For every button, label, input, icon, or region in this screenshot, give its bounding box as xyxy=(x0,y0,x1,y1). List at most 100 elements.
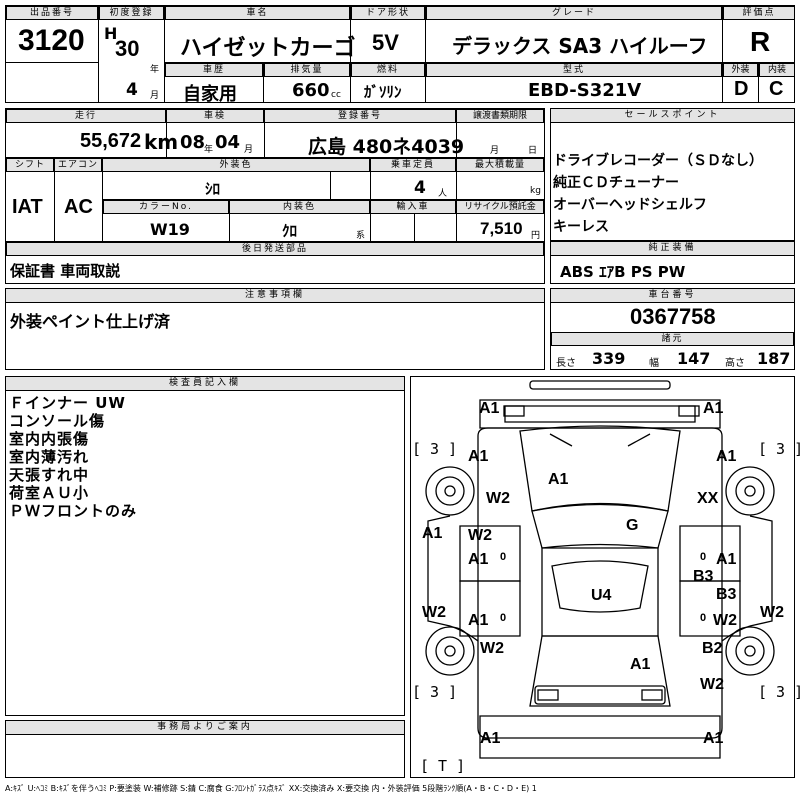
color-value: ｼﾛ xyxy=(205,180,221,198)
grade-label: グレード xyxy=(426,6,722,20)
damage-mark-door-fr-c: 0 xyxy=(700,551,707,563)
notes-value: 外装ペイント仕上げ済 xyxy=(10,312,171,331)
era-year: 30 xyxy=(115,36,140,61)
tire-rating-rr: [ 3 ] xyxy=(758,683,800,701)
damage-mark-front-bumper-left: A1 xyxy=(479,400,500,417)
office-label: 事務局よりご案内 xyxy=(6,721,404,735)
year-unit: 年 xyxy=(150,65,160,75)
fuel-label: 燃料 xyxy=(351,63,425,77)
tire-rating-rl: [ 3 ] xyxy=(412,683,458,701)
score-label: 評価点 xyxy=(723,6,795,20)
inspection-label: 車検 xyxy=(166,109,264,123)
wid-value: 147 xyxy=(677,349,711,368)
sales-point-label: セールスポイント xyxy=(551,109,794,123)
damage-legend: A:ｷｽﾞ U:ﾍｺﾐ B:ｷｽﾞを伴うﾍｺﾐ P:要塗装 W:補修跡 S:錆 … xyxy=(5,784,537,793)
spare-tire-rating: [ T ] xyxy=(420,757,466,775)
damage-mark-door-rr-c: 0 xyxy=(700,612,707,624)
damage-mark-roof: U4 xyxy=(591,587,612,604)
damage-mark-rear-bumper-right: A1 xyxy=(703,730,724,747)
inspector-line: 室内内張傷 xyxy=(9,430,90,448)
exterior-grade: D xyxy=(734,78,749,100)
month-unit: 月 xyxy=(150,91,160,101)
color-no-label: カラーNo. xyxy=(103,200,229,214)
damage-mark-fender-fr: A1 xyxy=(716,448,737,465)
insp-year-unit: 年 xyxy=(204,145,214,155)
damage-mark-door-fl-c: 0 xyxy=(500,551,507,563)
hei-value: 187 xyxy=(757,349,791,368)
wid-label: 幅 xyxy=(649,358,659,369)
damage-mark-wheel-fr: XX xyxy=(697,490,719,507)
damage-mark-side-right-2: W2 xyxy=(760,604,784,621)
reg-month: 4 xyxy=(126,80,138,100)
int-color-unit: 系 xyxy=(356,231,366,241)
lot-label: 出品番号 xyxy=(6,6,98,20)
cc-unit: cc xyxy=(331,90,341,100)
history-label: 車歴 xyxy=(165,63,263,77)
score-value: R xyxy=(750,26,771,57)
damage-mark-rear-right: W2 xyxy=(700,676,724,693)
car-diagram xyxy=(425,380,775,759)
int-color-value: ｸﾛ xyxy=(282,222,298,240)
inspector-notes: Ｆインナー UW コンソール傷 室内内張傷 室内薄汚れ 天張すれ中 荷室ＡＵ小 … xyxy=(9,394,137,520)
displacement-label: 排気量 xyxy=(264,63,350,77)
ac-value: AC xyxy=(64,196,93,218)
insp-month: 04 xyxy=(215,132,241,153)
len-label: 長さ xyxy=(556,358,576,369)
damage-mark-windshield: G xyxy=(626,517,639,534)
color-no-value: W19 xyxy=(150,220,190,239)
tire-rating-fr: [ 3 ] xyxy=(758,440,800,458)
damage-mark-door-rr-b: B3 xyxy=(716,586,737,603)
load-unit: kg xyxy=(530,186,541,196)
damage-mark-hood: A1 xyxy=(548,471,569,488)
mileage-value: 55,672 xyxy=(80,130,142,152)
inspector-line: 荷室ＡＵ小 xyxy=(9,484,90,502)
later-parts-label: 後日発送部品 xyxy=(6,242,544,256)
grade-value: デラックス SA3 ハイルーフ xyxy=(452,34,708,58)
capacity-unit: 人 xyxy=(438,189,448,199)
inspector-label: 検査員記入欄 xyxy=(6,377,404,391)
damage-mark-front-bumper-right: A1 xyxy=(703,400,724,417)
inspector-line: ＰＷフロントのみ xyxy=(9,502,138,520)
len-value: 339 xyxy=(592,349,626,368)
inspector-line: 室内薄汚れ xyxy=(9,448,90,466)
shift-label: シフト xyxy=(6,158,54,172)
damage-mark-side-left: A1 xyxy=(422,525,443,542)
capacity-value: 4 xyxy=(414,178,426,198)
transfer-month-unit: 月 xyxy=(490,146,500,156)
exterior-label: 外装 xyxy=(723,63,758,77)
sales-point-list: ドライブレコーダー（ＳＤなし） 純正ＣＤチューナー オーバーヘッドシェルフ キー… xyxy=(553,150,763,238)
color-label: 外装色 xyxy=(102,158,370,172)
recycle-label: リサイクル預託金 xyxy=(456,200,544,214)
notes-label: 注意事項欄 xyxy=(6,289,544,303)
chassis-label: 車台番号 xyxy=(551,289,794,303)
tire-rating-fl: [ 3 ] xyxy=(412,440,458,458)
door-label: ドア形状 xyxy=(351,6,425,20)
damage-mark-door-rl-c: 0 xyxy=(500,612,507,624)
damage-mark-rear-bumper-left: A1 xyxy=(480,730,501,747)
hei-label: 高さ xyxy=(725,358,745,369)
fuel-value: ｶﾞｿﾘﾝ xyxy=(364,83,402,101)
damage-mark-door-fl-a: A1 xyxy=(468,551,489,568)
damage-mark-fender-fl: A1 xyxy=(468,448,489,465)
recycle-unit: 円 xyxy=(531,231,541,241)
chassis-value: 0367758 xyxy=(630,304,716,329)
inspector-line: 天張すれ中 xyxy=(9,466,90,484)
transfer-day-unit: 日 xyxy=(528,146,538,156)
door-value: 5V xyxy=(372,30,399,55)
sales-point-item: 純正ＣＤチューナー xyxy=(553,175,679,191)
import-label: 輸入車 xyxy=(370,200,456,214)
insp-month-unit: 月 xyxy=(244,145,254,155)
equipment-value: ABS ｴｱB PS PW xyxy=(560,263,686,281)
transfer-label: 譲渡書類期限 xyxy=(456,109,544,123)
damage-mark-door-rl-a: A1 xyxy=(468,612,489,629)
car-name: ハイゼットカーゴ xyxy=(180,36,356,61)
lot-number: 3120 xyxy=(18,24,85,57)
sales-point-item: ドライブレコーダー（ＳＤなし） xyxy=(553,153,763,169)
plate-label: 登録番号 xyxy=(264,109,456,123)
damage-mark-door-rr-w: W2 xyxy=(713,612,737,629)
mileage-label: 走行 xyxy=(6,109,166,123)
damage-mark-wheel-fl: W2 xyxy=(486,490,510,507)
km-unit: km xyxy=(144,130,179,154)
history-value: 自家用 xyxy=(183,84,237,105)
model-value: EBD-S321V xyxy=(528,80,642,101)
